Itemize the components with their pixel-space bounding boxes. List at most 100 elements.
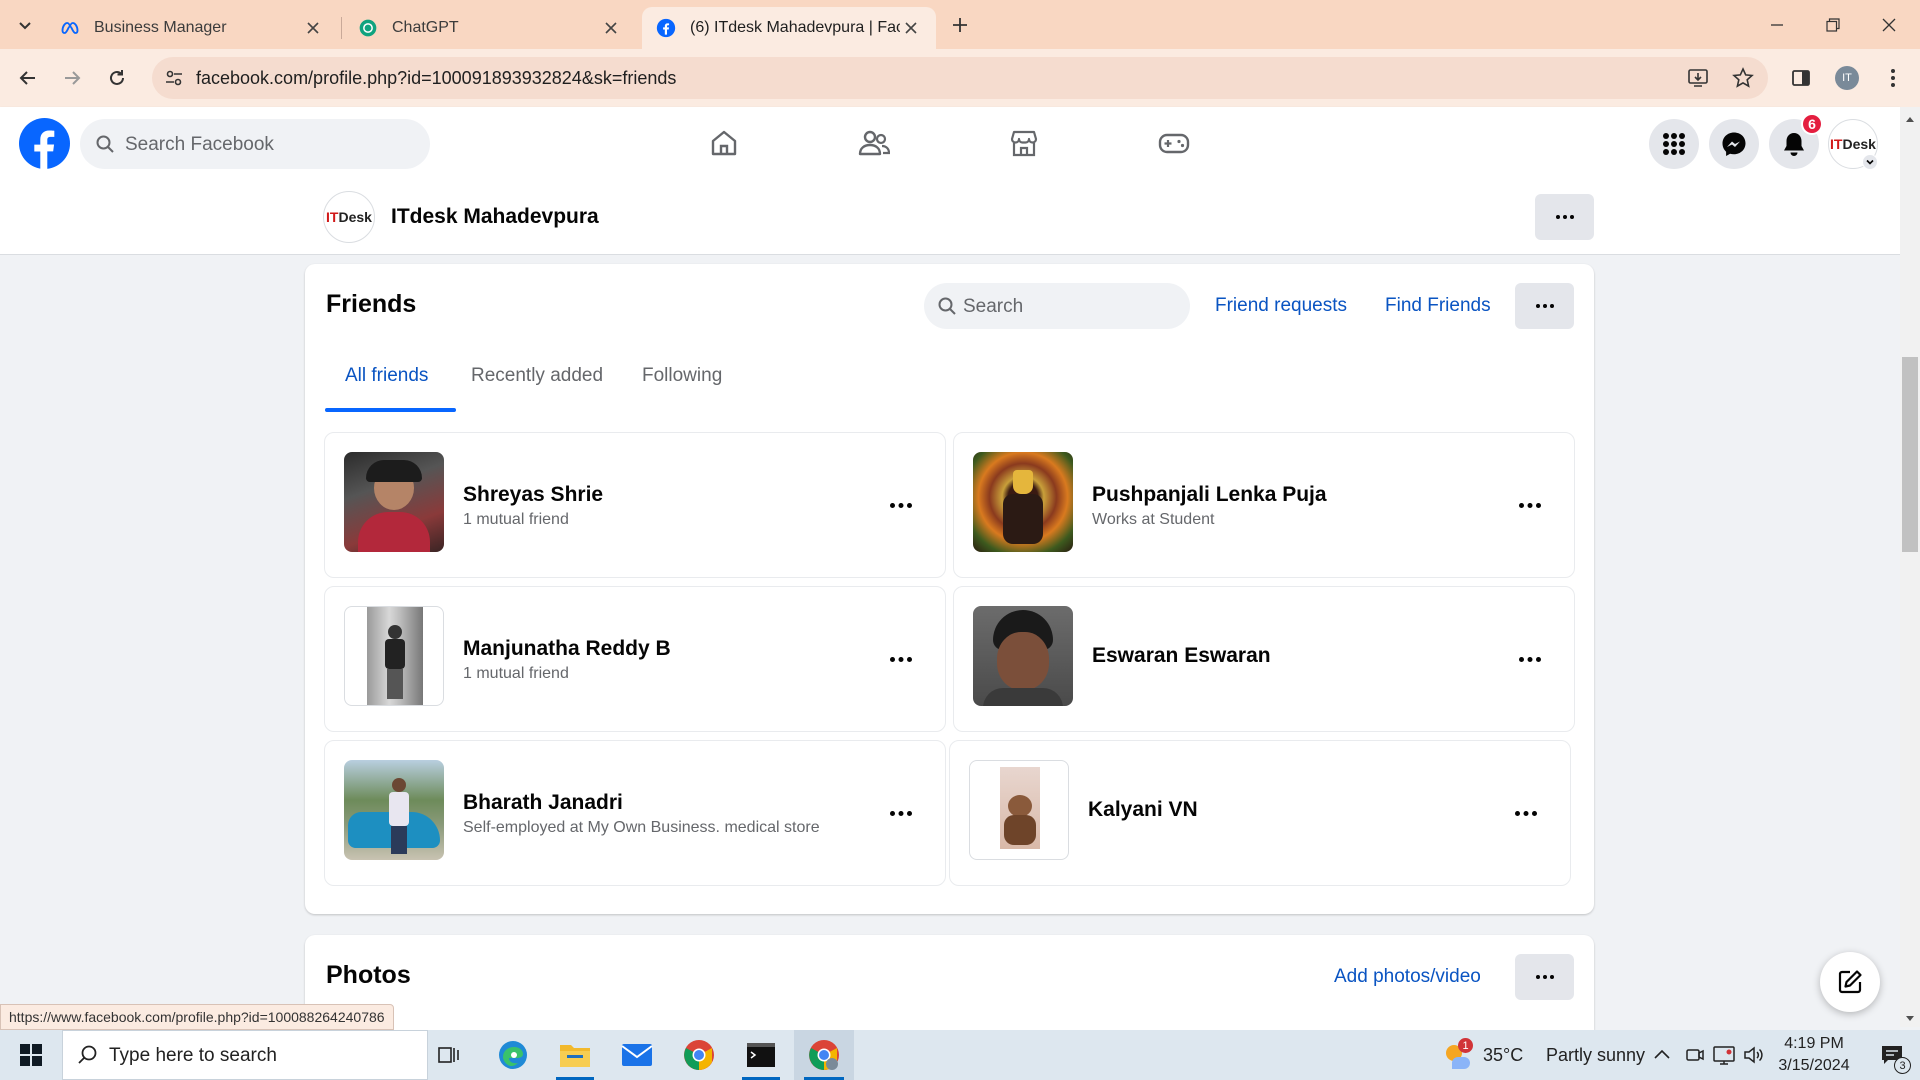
status-url-text: https://www.facebook.com/profile.php?id=… [9, 1009, 385, 1025]
friend-options-button[interactable] [1506, 793, 1546, 833]
taskbar-mail[interactable] [608, 1030, 666, 1080]
friend-item[interactable]: Kalyani VN [949, 740, 1571, 886]
friend-name[interactable]: Eswaran Eswaran [1092, 644, 1271, 668]
tab-facebook[interactable]: (6) ITdesk Mahadevpura | Faceb [642, 7, 936, 49]
install-app-icon[interactable] [1687, 67, 1709, 89]
profile-more-button[interactable] [1535, 194, 1594, 240]
network-icon[interactable] [1713, 1045, 1735, 1065]
friend-photo[interactable] [344, 760, 444, 860]
taskbar-file-explorer[interactable] [546, 1030, 604, 1080]
nav-friends[interactable] [853, 122, 895, 164]
friend-item[interactable]: Shreyas Shrie 1 mutual friend [324, 432, 946, 578]
friend-options-button[interactable] [1510, 485, 1550, 525]
bookmark-star-icon[interactable] [1732, 67, 1754, 89]
friend-item[interactable]: Eswaran Eswaran [953, 586, 1575, 732]
minimize-button[interactable] [1760, 8, 1794, 42]
clock[interactable]: 4:19 PM 3/15/2024 [1774, 1033, 1854, 1077]
restore-button[interactable] [1816, 8, 1850, 42]
weather-badge: 1 [1458, 1038, 1473, 1053]
more-horizontal-icon [1535, 975, 1554, 979]
clock-time: 4:19 PM [1784, 1035, 1844, 1052]
task-view-button[interactable] [420, 1030, 478, 1080]
friend-photo[interactable] [344, 606, 444, 706]
more-vertical-icon [1891, 69, 1895, 87]
page-scrollbar[interactable] [1900, 107, 1920, 1027]
tab-following[interactable]: Following [642, 365, 722, 387]
meta-icon [61, 22, 79, 34]
address-bar[interactable]: facebook.com/profile.php?id=100091893932… [152, 57, 1768, 99]
reload-button[interactable] [100, 61, 134, 95]
close-window-button[interactable] [1872, 8, 1906, 42]
messenger-button[interactable] [1709, 119, 1759, 169]
taskbar-chrome[interactable] [670, 1030, 728, 1080]
menu-button[interactable] [1649, 119, 1699, 169]
link-status-url: https://www.facebook.com/profile.php?id=… [0, 1004, 394, 1030]
friend-name[interactable]: Pushpanjali Lenka Puja [1092, 483, 1327, 507]
profile-avatar[interactable]: IT Desk [323, 191, 375, 243]
profile-button[interactable]: IT [1830, 61, 1864, 95]
close-tab-icon[interactable] [302, 17, 324, 39]
new-message-button[interactable] [1820, 952, 1880, 1012]
tray-chevron-up-icon[interactable] [1654, 1048, 1670, 1060]
nav-home[interactable] [703, 122, 745, 164]
friend-item[interactable]: Bharath Janadri Self-employed at My Own … [324, 740, 946, 886]
new-tab-button[interactable] [943, 8, 977, 42]
friends-more-button[interactable] [1515, 283, 1574, 329]
taskbar-chrome-profile[interactable] [794, 1030, 854, 1080]
add-photos-link[interactable]: Add photos/video [1334, 966, 1481, 988]
friends-search-input[interactable]: Search [924, 283, 1190, 329]
friend-photo[interactable] [969, 760, 1069, 860]
friend-options-button[interactable] [881, 793, 921, 833]
facebook-logo-icon[interactable] [19, 118, 70, 169]
friend-name[interactable]: Bharath Janadri [463, 791, 623, 815]
find-friends-link[interactable]: Find Friends [1385, 295, 1491, 317]
scroll-down-icon[interactable] [1905, 1015, 1915, 1023]
weather-widget[interactable]: 1 35°C Partly sunny [1436, 1030, 1645, 1080]
friend-name[interactable]: Shreyas Shrie [463, 483, 603, 507]
start-button[interactable] [2, 1030, 60, 1080]
scroll-up-icon[interactable] [1905, 115, 1915, 123]
profile-name[interactable]: ITdesk Mahadevpura [391, 205, 599, 229]
friend-item[interactable]: Pushpanjali Lenka Puja Works at Student [953, 432, 1575, 578]
tab-search-button[interactable] [8, 8, 42, 42]
taskbar-terminal[interactable] [732, 1030, 790, 1080]
friend-name[interactable]: Manjunatha Reddy B [463, 637, 671, 661]
browser-menu-button[interactable] [1876, 61, 1910, 95]
tab-recently-added[interactable]: Recently added [471, 365, 603, 387]
facebook-search-input[interactable]: Search Facebook [80, 119, 430, 169]
account-dropdown-icon[interactable] [1862, 154, 1878, 170]
tab-business-manager[interactable]: Business Manager [46, 7, 338, 49]
friend-options-button[interactable] [881, 485, 921, 525]
tab-all-friends[interactable]: All friends [345, 365, 428, 387]
terminal-icon [747, 1043, 775, 1067]
weather-badge-count: 1 [1462, 1039, 1469, 1052]
site-info-icon[interactable] [164, 68, 184, 88]
close-tab-icon[interactable] [900, 17, 922, 39]
friend-subtitle: 1 mutual friend [463, 511, 569, 528]
friend-photo[interactable] [973, 606, 1073, 706]
forward-button[interactable] [55, 61, 89, 95]
side-panel-button[interactable] [1784, 61, 1818, 95]
tab-chatgpt[interactable]: ChatGPT [344, 7, 636, 49]
friends-icon [858, 130, 890, 156]
action-center-button[interactable]: 3 [1866, 1030, 1916, 1080]
scrollbar-thumb[interactable] [1902, 357, 1918, 552]
friend-requests-link[interactable]: Friend requests [1215, 295, 1347, 317]
meet-now-icon[interactable] [1685, 1045, 1705, 1065]
volume-icon[interactable] [1743, 1045, 1765, 1065]
more-horizontal-icon [890, 502, 912, 508]
friend-photo[interactable] [344, 452, 444, 552]
taskbar-search-input[interactable]: Type here to search [62, 1030, 428, 1080]
photos-more-button[interactable] [1515, 954, 1574, 1000]
back-button[interactable] [11, 61, 45, 95]
friend-options-button[interactable] [1510, 639, 1550, 679]
friend-photo[interactable] [973, 452, 1073, 552]
friend-options-button[interactable] [881, 639, 921, 679]
nav-gaming[interactable] [1153, 122, 1195, 164]
friend-item[interactable]: Manjunatha Reddy B 1 mutual friend [324, 586, 946, 732]
chrome-icon [684, 1040, 714, 1070]
close-tab-icon[interactable] [600, 17, 622, 39]
nav-marketplace[interactable] [1003, 122, 1045, 164]
taskbar-edge[interactable] [484, 1030, 542, 1080]
friend-name[interactable]: Kalyani VN [1088, 798, 1198, 822]
